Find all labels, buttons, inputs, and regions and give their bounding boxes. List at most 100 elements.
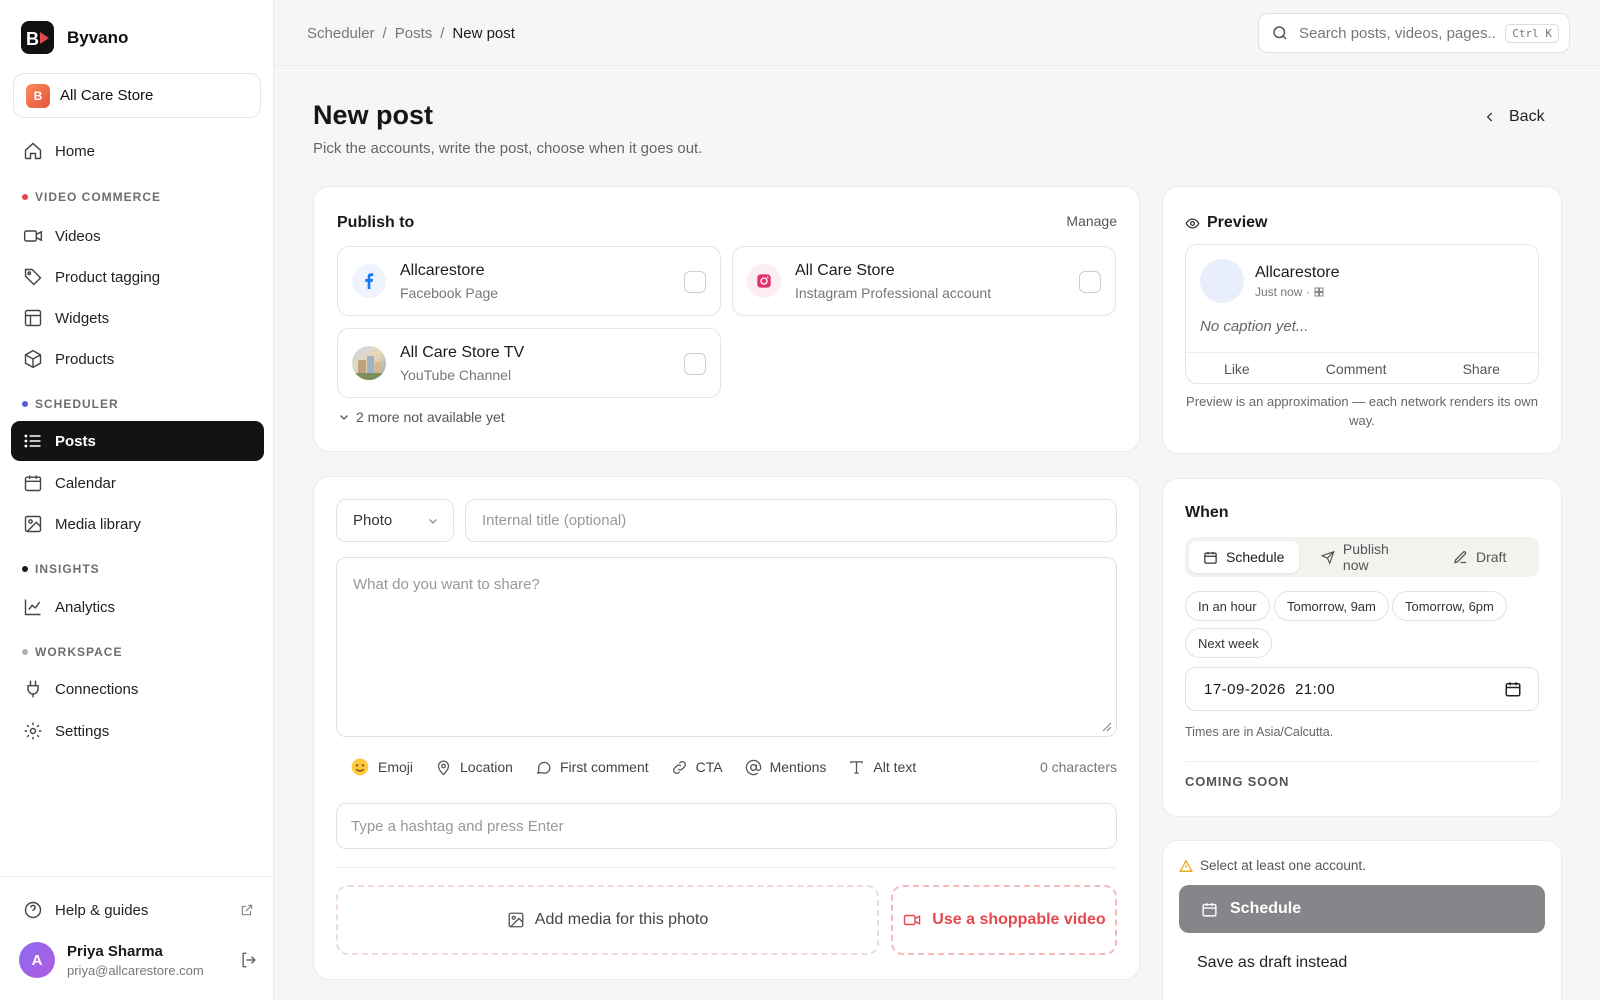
section-video-commerce: VIDEO COMMERCE <box>22 190 161 204</box>
breadcrumb-scheduler[interactable]: Scheduler <box>307 25 375 42</box>
at-sign-icon <box>745 759 761 775</box>
more-accounts-toggle[interactable]: 2 more not available yet <box>338 409 505 425</box>
tab-schedule[interactable]: Schedule <box>1189 541 1299 573</box>
chevron-down-icon <box>340 415 348 420</box>
account-instagram[interactable]: All Care Store Instagram Professional ac… <box>732 246 1116 316</box>
shoppable-video-button[interactable]: Use a shoppable video <box>891 885 1117 955</box>
preview-like: Like <box>1224 360 1250 377</box>
sidebar: B Byvano B All Care Store Home VIDEO COM… <box>0 0 274 1000</box>
type-icon <box>850 760 864 774</box>
account-type: Facebook Page <box>400 284 499 301</box>
calendar-icon <box>1202 902 1217 917</box>
account-type: YouTube Channel <box>400 366 512 383</box>
logout-icon[interactable] <box>239 950 259 970</box>
shortcut-badge: Ctrl K <box>1505 23 1559 43</box>
sidebar-item-settings[interactable]: Settings <box>11 711 264 751</box>
brand[interactable]: B Byvano <box>21 21 128 54</box>
quick-time-in-an-hour[interactable]: In an hour <box>1185 591 1270 621</box>
save-draft-button[interactable]: Save as draft instead <box>1197 954 1347 972</box>
brand-name: Byvano <box>67 27 129 47</box>
schedule-button-label: Schedule <box>1230 900 1302 917</box>
alt-text-button[interactable]: Alt text <box>848 759 916 776</box>
section-workspace: WORKSPACE <box>22 645 122 659</box>
user-profile[interactable]: A Priya Sharma priya@allcarestore.com <box>19 942 259 978</box>
sidebar-item-calendar[interactable]: Calendar <box>11 463 264 503</box>
tab-draft[interactable]: Draft <box>1439 541 1535 573</box>
composer-toolbar: Emoji Location First comment CTA Mention… <box>350 757 916 777</box>
help-guides-link[interactable]: Help & guides <box>11 890 264 930</box>
account-youtube[interactable]: All Care Store TV YouTube Channel <box>337 328 721 398</box>
tab-draft-label: Draft <box>1476 549 1507 565</box>
help-circle-icon <box>24 901 42 919</box>
first-comment-button[interactable]: First comment <box>535 759 649 776</box>
back-label: Back <box>1509 108 1545 125</box>
schedule-button[interactable]: Schedule <box>1179 885 1545 933</box>
store-switcher[interactable]: B All Care Store <box>13 73 261 118</box>
sidebar-item-media-library[interactable]: Media library <box>11 504 264 544</box>
breadcrumb-current: New post <box>452 25 515 42</box>
calendar-icon <box>24 475 42 492</box>
warning-text: Select at least one account. <box>1200 858 1366 873</box>
sidebar-item-videos[interactable]: Videos <box>11 216 264 256</box>
box-icon <box>24 349 42 369</box>
emoji-button[interactable]: Emoji <box>350 757 413 777</box>
list-icon <box>24 434 41 448</box>
sidebar-item-label: Media library <box>55 515 141 533</box>
sidebar-item-widgets[interactable]: Widgets <box>11 298 264 338</box>
datetime-input[interactable]: 17-09-2026 21:00 <box>1185 667 1539 711</box>
resize-handle-icon[interactable] <box>1100 720 1112 732</box>
sidebar-item-home[interactable]: Home <box>11 131 264 171</box>
account-facebook[interactable]: Allcarestore Facebook Page <box>337 246 721 316</box>
sidebar-item-label: Home <box>55 142 96 160</box>
sidebar-item-label: Widgets <box>55 309 110 327</box>
search-input[interactable]: Search posts, videos, pages... Ctrl K <box>1258 13 1570 53</box>
sidebar-item-connections[interactable]: Connections <box>11 669 264 709</box>
back-button[interactable]: Back <box>1483 108 1545 126</box>
home-icon <box>24 142 42 160</box>
preview-time-text: Just now · <box>1255 285 1310 299</box>
breadcrumb-separator: / <box>440 25 445 42</box>
account-name: All Care Store TV <box>400 343 525 361</box>
calendar-picker-icon[interactable] <box>1504 680 1522 698</box>
sidebar-item-label: Products <box>55 350 115 368</box>
calendar-icon <box>1204 551 1217 564</box>
section-label-text: SCHEDULER <box>35 397 119 411</box>
preview-header: Preview <box>1185 214 1267 232</box>
sidebar-item-analytics[interactable]: Analytics <box>11 587 264 627</box>
mentions-button[interactable]: Mentions <box>745 759 826 776</box>
hashtag-input[interactable]: Type a hashtag and press Enter <box>336 803 1117 849</box>
section-insights: INSIGHTS <box>22 562 100 576</box>
title-placeholder: Internal title (optional) <box>482 512 627 529</box>
tab-publish-now[interactable]: Publish now <box>1307 541 1427 573</box>
section-scheduler: SCHEDULER <box>22 397 119 411</box>
store-name: All Care Store <box>60 87 154 104</box>
add-media-button[interactable]: Add media for this photo <box>336 885 879 955</box>
post-format-select[interactable]: Photo <box>336 499 454 542</box>
section-label-text: INSIGHTS <box>35 562 100 576</box>
section-dot <box>22 401 28 407</box>
edit-icon <box>1454 550 1467 563</box>
preview-share: Share <box>1462 360 1500 377</box>
manage-link[interactable]: Manage <box>1066 213 1117 229</box>
breadcrumb-posts[interactable]: Posts <box>395 25 433 42</box>
sidebar-item-products[interactable]: Products <box>11 339 264 379</box>
sidebar-item-posts[interactable]: Posts <box>11 421 264 461</box>
internal-title-input[interactable]: Internal title (optional) <box>465 499 1117 542</box>
cta-button[interactable]: CTA <box>671 759 723 776</box>
line-chart-icon <box>24 599 41 616</box>
top-bar: Scheduler / Posts / New post Search post… <box>275 0 1600 66</box>
account-checkbox[interactable] <box>684 271 706 293</box>
account-name: All Care Store <box>795 261 895 279</box>
warning-icon <box>1179 859 1193 872</box>
post-body-textarea[interactable]: What do you want to share? <box>336 557 1117 737</box>
sidebar-item-product-tagging[interactable]: Product tagging <box>11 257 264 297</box>
section-label-text: VIDEO COMMERCE <box>35 190 162 204</box>
account-checkbox[interactable] <box>1079 271 1101 293</box>
sidebar-item-label: Settings <box>55 722 110 740</box>
account-checkbox[interactable] <box>684 353 706 375</box>
quick-time-tomorrow-6pm[interactable]: Tomorrow, 6pm <box>1392 591 1507 621</box>
quick-time-tomorrow-9am[interactable]: Tomorrow, 9am <box>1274 591 1389 621</box>
location-button[interactable]: Location <box>435 759 513 776</box>
avatar: A <box>19 942 55 978</box>
quick-time-next-week[interactable]: Next week <box>1185 628 1272 658</box>
